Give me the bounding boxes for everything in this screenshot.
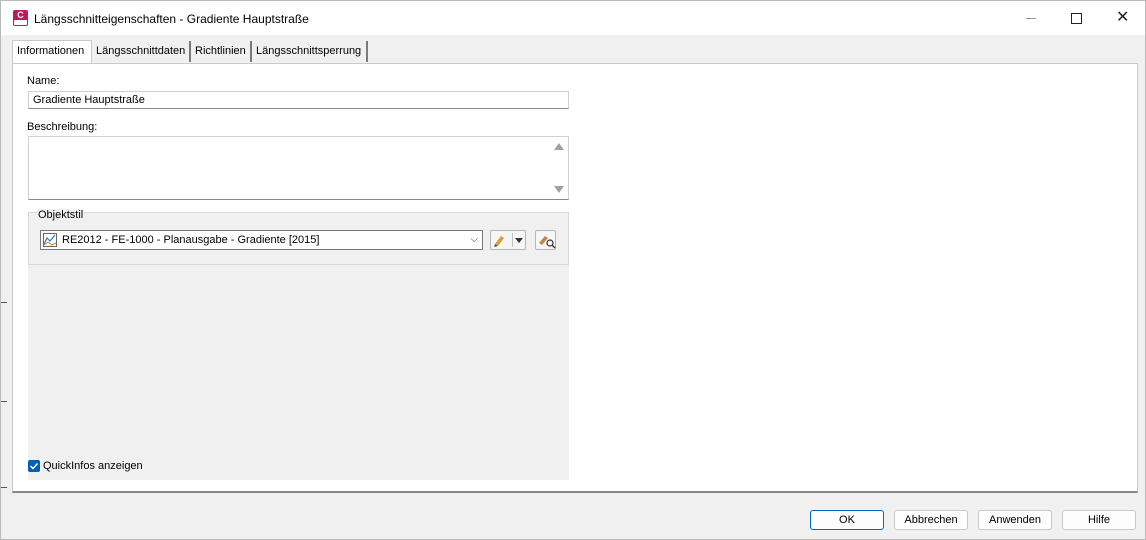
object-style-value: RE2012 - FE-1000 - Planausgabe - Gradien… [62, 234, 320, 246]
minimize-icon [1026, 18, 1036, 19]
tab-laengsschnittsperrung[interactable]: Längsschnittsperrung [252, 41, 368, 62]
close-icon: ✕ [1116, 9, 1130, 26]
background-tick [1, 487, 7, 488]
chevron-down-icon: ⌵ [470, 234, 478, 245]
pick-style-button[interactable] [535, 230, 556, 250]
window-title: Längsschnitteigenschaften - Gradiente Ha… [34, 12, 309, 26]
maximize-icon [1071, 13, 1082, 24]
cancel-button[interactable]: Abbrechen [894, 510, 968, 530]
profile-style-icon [43, 233, 57, 247]
object-style-dropdown[interactable]: RE2012 - FE-1000 - Planausgabe - Gradien… [40, 230, 483, 250]
background-tick [1, 401, 7, 402]
edit-style-icon [494, 233, 523, 247]
tab-page-informationen: Name: Gradiente Hauptstraße Beschreibung… [12, 63, 1138, 493]
checkmark-icon [29, 462, 39, 470]
object-style-group: Objektstil RE2012 - FE-1000 - Planausgab… [28, 209, 569, 265]
edit-style-button[interactable] [490, 230, 526, 250]
pick-style-icon [539, 236, 556, 249]
apply-button[interactable]: Anwenden [978, 510, 1052, 530]
minimize-button[interactable] [1008, 1, 1054, 35]
tab-richtlinien[interactable]: Richtlinien [191, 41, 252, 62]
scroll-up-arrow-icon[interactable] [554, 143, 564, 150]
background-tick [1, 302, 7, 303]
help-button[interactable]: Hilfe [1062, 510, 1136, 530]
show-tooltips-checkbox[interactable] [28, 460, 40, 472]
title-bar: C Längsschnitteigenschaften - Gradiente … [1, 1, 1145, 35]
description-label: Beschreibung: [27, 121, 98, 133]
tab-informationen[interactable]: Informationen [12, 40, 92, 63]
ok-button[interactable]: OK [810, 510, 884, 530]
name-field[interactable]: Gradiente Hauptstraße [28, 91, 569, 109]
close-button[interactable]: ✕ [1100, 1, 1146, 35]
name-label: Name: [27, 75, 60, 87]
show-tooltips-label: QuickInfos anzeigen [43, 460, 143, 472]
maximize-button[interactable] [1054, 1, 1100, 35]
tab-laengsschnittdaten[interactable]: Längsschnittdaten [92, 41, 191, 62]
properties-dialog: C Längsschnitteigenschaften - Gradiente … [0, 0, 1146, 540]
object-style-group-title: Objektstil [37, 209, 85, 221]
scroll-down-arrow-icon[interactable] [554, 186, 564, 193]
civil3d-app-icon: C [13, 10, 28, 26]
description-field[interactable] [28, 136, 569, 200]
